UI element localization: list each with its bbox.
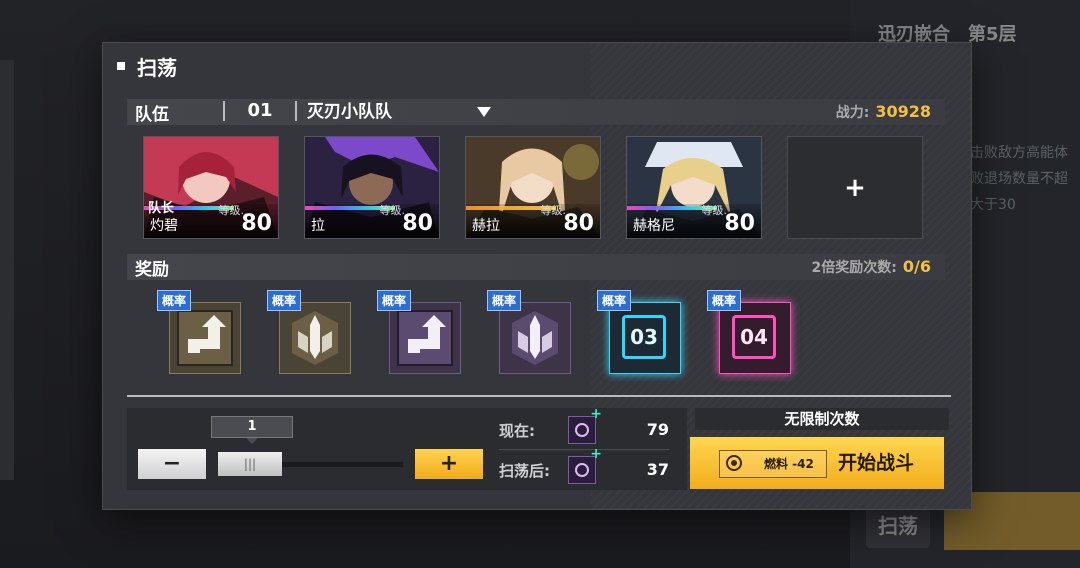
decrease-button[interactable]: −: [138, 449, 206, 479]
team-bar: 队伍 01 灭刃小队队 战力: 30928: [127, 99, 945, 125]
chip-number: 04: [732, 315, 776, 359]
quantity-value: 1: [211, 416, 293, 444]
energy-icon: [568, 406, 602, 444]
title-square-icon: [117, 62, 125, 70]
team-dropdown-icon[interactable]: [477, 107, 491, 117]
probability-badge: 概率: [487, 290, 522, 311]
sweep-dialog: 扫荡 队伍 01 灭刃小队队 战力: 30928 队长 灼碧 等级. 80 拉 …: [103, 43, 971, 509]
reward-bar: 奖励 2倍奖励次数: 0/6: [127, 254, 945, 280]
blade-emblem-icon: [279, 302, 351, 374]
probability-badge: 概率: [377, 290, 412, 311]
background-hint: 大于30: [970, 197, 1016, 213]
chip-number: 03: [622, 315, 666, 359]
level-label: 等级.: [540, 204, 567, 217]
resource-now-value: 79: [646, 420, 669, 439]
member-card[interactable]: 赫拉 等级. 80: [465, 136, 601, 239]
resource-after-label: 扫荡后:: [499, 462, 550, 480]
team-name[interactable]: 灭刃小队队: [307, 99, 392, 125]
dialog-header: 扫荡: [103, 43, 971, 89]
route-arrow-icon: [389, 302, 461, 374]
probability-badge: 概率: [597, 290, 632, 311]
background-hint: 击败敌方高能体: [970, 145, 1068, 161]
level-label: 等级.: [379, 204, 406, 217]
start-battle-button[interactable]: 燃料 -42 开始战斗: [690, 437, 944, 489]
fuel-cost: 燃料 -42: [719, 450, 827, 478]
team-label: 队伍: [135, 104, 169, 125]
double-reward-value: 0/6: [902, 257, 931, 276]
level-value: 80: [563, 211, 594, 236]
energy-icon: [568, 446, 602, 484]
chip-icon: 04: [719, 302, 791, 374]
reward-item[interactable]: 概率: [267, 290, 351, 374]
fuel-icon: [726, 455, 742, 471]
probability-badge: 概率: [707, 290, 742, 311]
member-card[interactable]: 队长 灼碧 等级. 80: [143, 136, 279, 239]
reward-label: 奖励: [135, 259, 169, 280]
team-number-selector[interactable]: 01: [223, 101, 297, 121]
level-value: 80: [402, 211, 433, 236]
resource-after-value: 37: [646, 460, 669, 479]
quantity-slider-handle[interactable]: |||: [218, 452, 282, 476]
power-value: 30928: [875, 102, 931, 121]
dialog-title: 扫荡: [137, 55, 177, 80]
level-value: 80: [724, 211, 755, 236]
level-value: 80: [241, 211, 272, 236]
member-card[interactable]: 拉 等级. 80: [304, 136, 440, 239]
fuel-cost-text: 燃料 -42: [764, 457, 814, 471]
blade-emblem-icon: [499, 302, 571, 374]
double-reward-label: 2倍奖励次数:: [811, 260, 897, 276]
reward-item[interactable]: 概率: [487, 290, 571, 374]
probability-badge: 概率: [157, 290, 192, 311]
reward-item[interactable]: 概率: [377, 290, 461, 374]
probability-badge: 概率: [267, 290, 302, 311]
reward-item[interactable]: 概率 04: [707, 290, 791, 374]
background-left-panel: [0, 60, 14, 480]
team-power: 战力: 30928: [836, 99, 931, 126]
unlimited-times-label: 无限制次数: [695, 408, 949, 430]
level-label: 等级.: [701, 204, 728, 217]
chip-icon: 03: [609, 302, 681, 374]
member-card[interactable]: 赫格尼 等级. 80: [626, 136, 762, 239]
leader-badge: 队长: [148, 201, 175, 216]
add-member-slot[interactable]: +: [787, 136, 923, 239]
start-battle-label: 开始战斗: [838, 452, 915, 474]
level-label: 等级.: [218, 204, 245, 217]
reward-item[interactable]: 概率: [157, 290, 241, 374]
section-divider: [127, 395, 951, 397]
increase-button[interactable]: +: [415, 449, 483, 479]
background-hint: 败退场数量不超: [970, 171, 1068, 187]
character-name: 赫拉: [472, 218, 500, 234]
resource-now-label: 现在:: [499, 422, 535, 440]
double-reward-count: 2倍奖励次数: 0/6: [812, 254, 931, 281]
reward-item[interactable]: 概率 03: [597, 290, 681, 374]
route-arrow-icon: [169, 302, 241, 374]
character-name: 赫格尼: [633, 218, 675, 234]
resource-divider: [499, 449, 669, 450]
character-name: 拉: [311, 218, 325, 234]
power-label: 战力:: [835, 105, 870, 121]
character-name: 灼碧: [150, 218, 178, 234]
